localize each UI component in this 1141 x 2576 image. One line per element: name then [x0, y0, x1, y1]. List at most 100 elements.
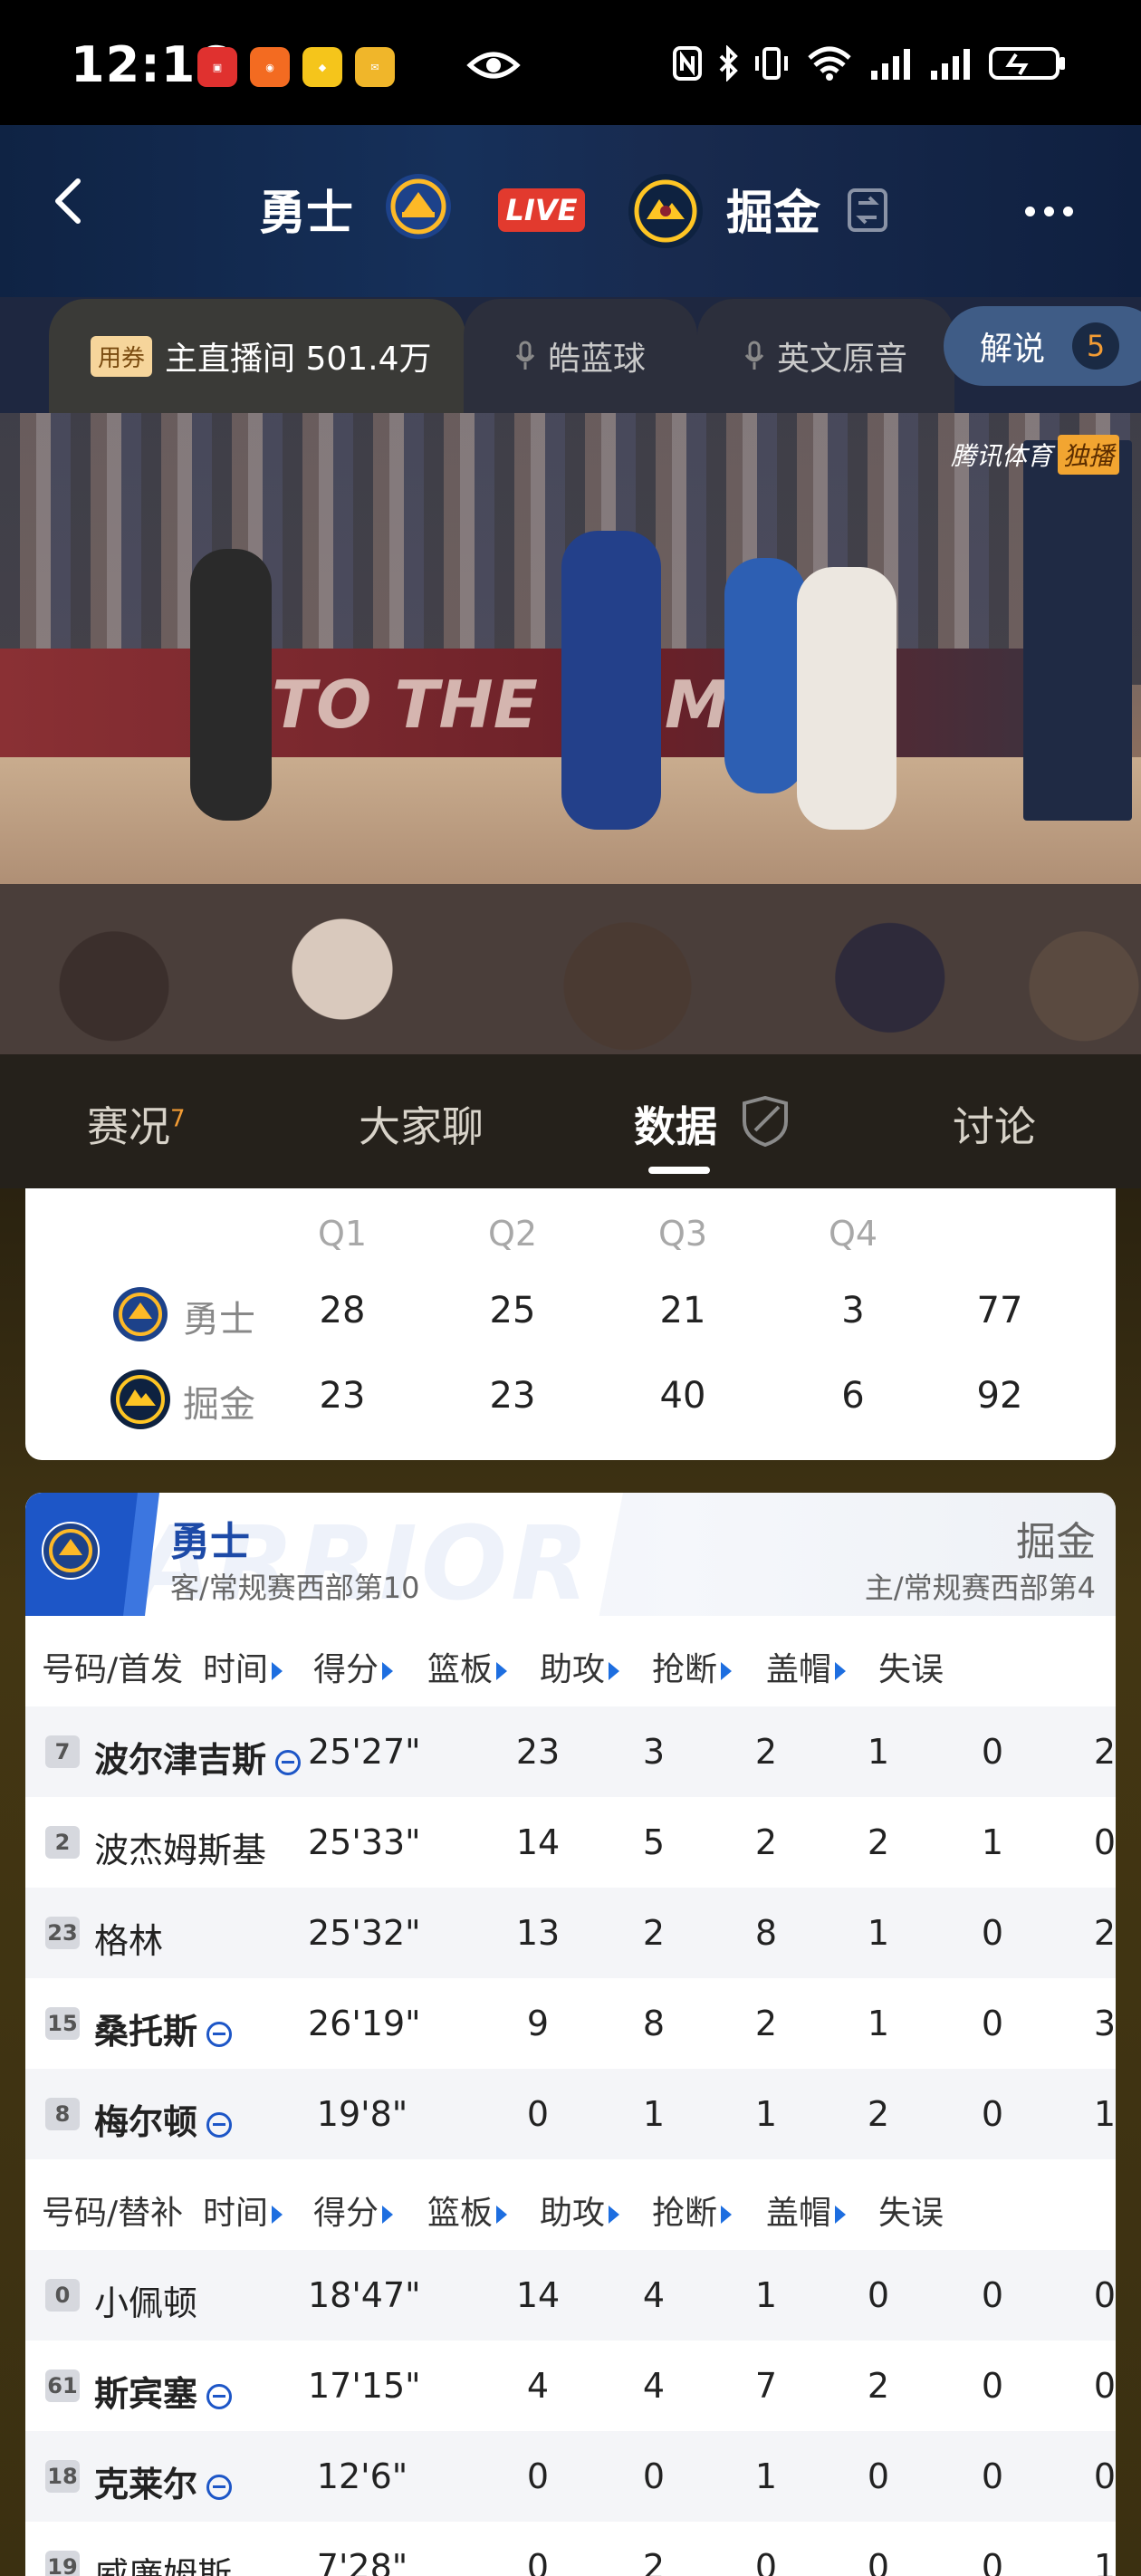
- nuggets-logo-icon[interactable]: [627, 172, 705, 250]
- col-points-value: 0: [526, 2547, 550, 2576]
- box-score-opponent-name[interactable]: 掘金: [1016, 1509, 1096, 1567]
- col-steals-value: 1: [867, 1913, 890, 1953]
- coupon-badge[interactable]: 用券: [91, 335, 153, 377]
- player-name[interactable]: 威廉姆斯: [94, 2547, 232, 2576]
- away-team-name[interactable]: 勇士: [259, 175, 353, 243]
- col-assists-header[interactable]: 助攻: [540, 2187, 620, 2234]
- sort-arrow-icon: [272, 1662, 283, 1680]
- player-name[interactable]: 克莱尔: [94, 2456, 233, 2506]
- group-label: 号码/首发: [42, 1651, 184, 1688]
- col-blocks-header[interactable]: 盖帽: [766, 2187, 847, 2234]
- col-time-value: 25'33": [308, 1822, 421, 1862]
- tab-chat[interactable]: 大家聊: [359, 1094, 484, 1154]
- col-steals-header[interactable]: 抢断: [652, 2187, 733, 2234]
- col-blocks-header[interactable]: 盖帽: [766, 1643, 847, 1690]
- col-blocks-value: 0: [981, 2456, 1004, 2496]
- col-points-value: 13: [515, 1913, 561, 1953]
- col-turnovers-value: 1: [1093, 2094, 1116, 2134]
- channel-tab-3[interactable]: 英文原音: [697, 299, 954, 413]
- warriors-logo-icon[interactable]: [384, 172, 453, 241]
- content-tabs: 赛况7 大家聊 数据 讨论: [0, 1054, 1141, 1188]
- box-score-card: ARRIOR 勇士 客/常规赛西部第10 掘金 主/常规赛西部第4 号码/首发时…: [25, 1493, 1116, 2576]
- col-rebounds-value: 1: [642, 2094, 666, 2134]
- col-rebounds-value: 4: [642, 2366, 666, 2406]
- player-name[interactable]: 波尔津吉斯: [94, 1732, 302, 1782]
- referee: [190, 549, 272, 821]
- box-score-team-name[interactable]: 勇士: [170, 1509, 250, 1567]
- col-assists-header[interactable]: 助攻: [540, 1643, 620, 1690]
- swap-icon[interactable]: [846, 187, 889, 234]
- player-row[interactable]: 18 克莱尔 12'6" 0 0 1 0 0 0: [25, 2431, 1116, 2522]
- watermark-text: 腾讯体育: [950, 441, 1052, 471]
- player-name[interactable]: 小佩顿: [94, 2275, 197, 2325]
- jersey-number: 15: [45, 2007, 80, 2040]
- player-name[interactable]: 格林: [94, 1913, 163, 1963]
- column-header-label: 得分: [313, 1651, 379, 1688]
- player-name[interactable]: 梅尔顿: [94, 2094, 233, 2144]
- col-time-value: 19'8": [316, 2094, 408, 2134]
- back-arrow-icon[interactable]: [43, 174, 98, 228]
- data-panel: Q1 Q2 Q3 Q4 勇士 28 25 21 3 77 掘金 23 23 40…: [0, 1188, 1141, 2576]
- col-time-header[interactable]: 时间: [203, 1643, 283, 1690]
- col-steals-value: 0: [867, 2456, 890, 2496]
- quarter-total: 92: [976, 1375, 1023, 1417]
- player-row[interactable]: 15 桑托斯 26'19" 9 8 2 1 0 3: [25, 1978, 1116, 2069]
- quarter-score: 23: [489, 1375, 536, 1417]
- col-points-value: 14: [515, 2275, 561, 2315]
- player-name-text: 斯宾塞: [94, 2374, 198, 2414]
- col-points-value: 0: [526, 2094, 550, 2134]
- quarter-score: 3: [841, 1290, 865, 1331]
- player-row[interactable]: 61 斯宾塞 17'15" 4 4 7 2 0 0: [25, 2341, 1116, 2431]
- player-nuggets-2: [724, 558, 806, 793]
- box-score-header: ARRIOR 勇士 客/常规赛西部第10 掘金 主/常规赛西部第4: [25, 1493, 1116, 1623]
- column-header-label: 时间: [203, 2195, 269, 2232]
- col-turnovers-value: 3: [1093, 2004, 1116, 2043]
- col-steals-header[interactable]: 抢断: [652, 1643, 733, 1690]
- jersey-number: 19: [45, 2551, 80, 2576]
- col-rebounds-header[interactable]: 篮板: [427, 2187, 508, 2234]
- tab-discussion[interactable]: 讨论: [953, 1094, 1036, 1154]
- commentary-button[interactable]: 解说 5: [944, 306, 1141, 386]
- col-time-header[interactable]: 时间: [203, 2187, 283, 2234]
- player-name[interactable]: 桑托斯: [94, 2004, 233, 2053]
- player-row[interactable]: 19 威廉姆斯 7'28" 0 2 0 0 0 1: [25, 2522, 1116, 2576]
- tab-game-status[interactable]: 赛况7: [87, 1094, 186, 1154]
- col-points-header[interactable]: 得分: [313, 2187, 394, 2234]
- player-row[interactable]: 7 波尔津吉斯 25'27" 23 3 2 1 0 2: [25, 1706, 1116, 1797]
- main-live-channel-tab[interactable]: 用券 主直播间 501.4万: [49, 299, 465, 413]
- col-turnovers-value: 2: [1093, 1913, 1116, 1953]
- player-row[interactable]: 8 梅尔顿 19'8" 0 1 1 2 0 1: [25, 2069, 1116, 2159]
- player-name[interactable]: 斯宾塞: [94, 2366, 233, 2416]
- home-team-name[interactable]: 掘金: [726, 175, 820, 243]
- col-rebounds-header[interactable]: 篮板: [427, 1643, 508, 1690]
- col-assists-value: 1: [754, 2456, 778, 2496]
- commentary-count: 5: [1072, 322, 1120, 370]
- warriors-logo-icon: [113, 1287, 168, 1341]
- player-row[interactable]: 0 小佩顿 18'47" 14 4 1 0 0 0: [25, 2250, 1116, 2341]
- sort-arrow-icon: [609, 1662, 620, 1680]
- player-name[interactable]: 波杰姆斯基: [94, 1822, 266, 1872]
- player-name-text: 波杰姆斯基: [94, 1831, 267, 1870]
- col-turnovers-header[interactable]: 失误: [878, 1643, 944, 1690]
- col-blocks-value: 0: [981, 2275, 1004, 2315]
- col-blocks-value: 0: [981, 1732, 1004, 1772]
- col-turnovers-value: 2: [1093, 1732, 1116, 1772]
- tab-game-status-label: 赛况: [87, 1102, 170, 1151]
- player-row[interactable]: 2 波杰姆斯基 25'33" 14 5 2 2 1 0: [25, 1797, 1116, 1888]
- sort-arrow-icon: [272, 2206, 283, 2224]
- player-row[interactable]: 23 格林 25'32" 13 2 8 1 0 2: [25, 1888, 1116, 1978]
- more-options-icon[interactable]: [1025, 203, 1082, 220]
- live-video-player[interactable]: TO THE GAME 腾讯体育 独播: [0, 413, 1141, 1054]
- player-name-text: 小佩顿: [94, 2283, 198, 2323]
- mail-app-icon: ✉: [355, 47, 395, 87]
- tab-data[interactable]: 数据: [634, 1094, 717, 1154]
- col-turnovers-value: 0: [1093, 2366, 1116, 2406]
- col-turnovers-header[interactable]: 失误: [878, 2187, 944, 2234]
- col-points-header[interactable]: 得分: [313, 1643, 394, 1690]
- col-turnovers-value: 0: [1093, 2456, 1116, 2496]
- channel-tab-2[interactable]: 皓蓝球: [464, 299, 697, 413]
- live-badge: LIVE: [498, 188, 585, 232]
- q1-header: Q1: [318, 1214, 368, 1254]
- notification-icons: ▣ ◉ ◆ ✉: [197, 47, 395, 87]
- sort-arrow-icon: [721, 2206, 733, 2224]
